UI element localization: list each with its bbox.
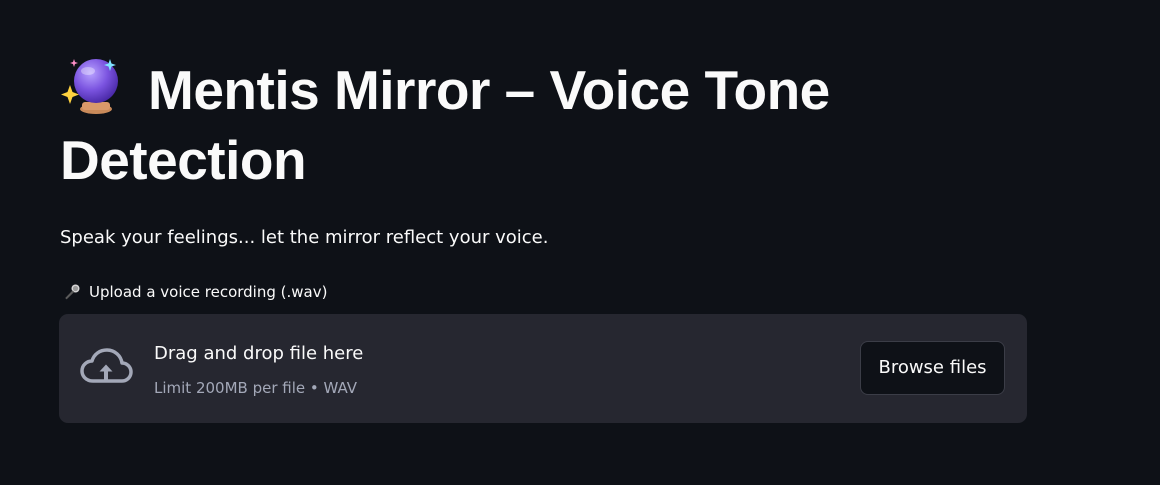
upload-label: Upload a voice recording (.wav) [63, 281, 327, 303]
cloud-upload-icon [80, 348, 133, 383]
file-dropzone[interactable]: Drag and drop file here Limit 200MB per … [59, 314, 1027, 423]
dropzone-instructions: Drag and drop file here [154, 343, 364, 364]
microphone-icon [65, 284, 80, 300]
browse-files-button[interactable]: Browse files [860, 341, 1005, 395]
page-title: Mentis Mirror – Voice Tone Detection [60, 55, 940, 195]
app-main: Mentis Mirror – Voice Tone Detection Spe… [0, 0, 1160, 485]
upload-label-text: Upload a voice recording (.wav) [89, 283, 328, 301]
dropzone-limit-text: Limit 200MB per file • WAV [154, 379, 358, 397]
page-title-text: Mentis Mirror – Voice Tone Detection [60, 59, 830, 191]
page-subtitle: Speak your feelings... let the mirror re… [60, 227, 549, 248]
crystal-ball-icon [61, 59, 118, 114]
